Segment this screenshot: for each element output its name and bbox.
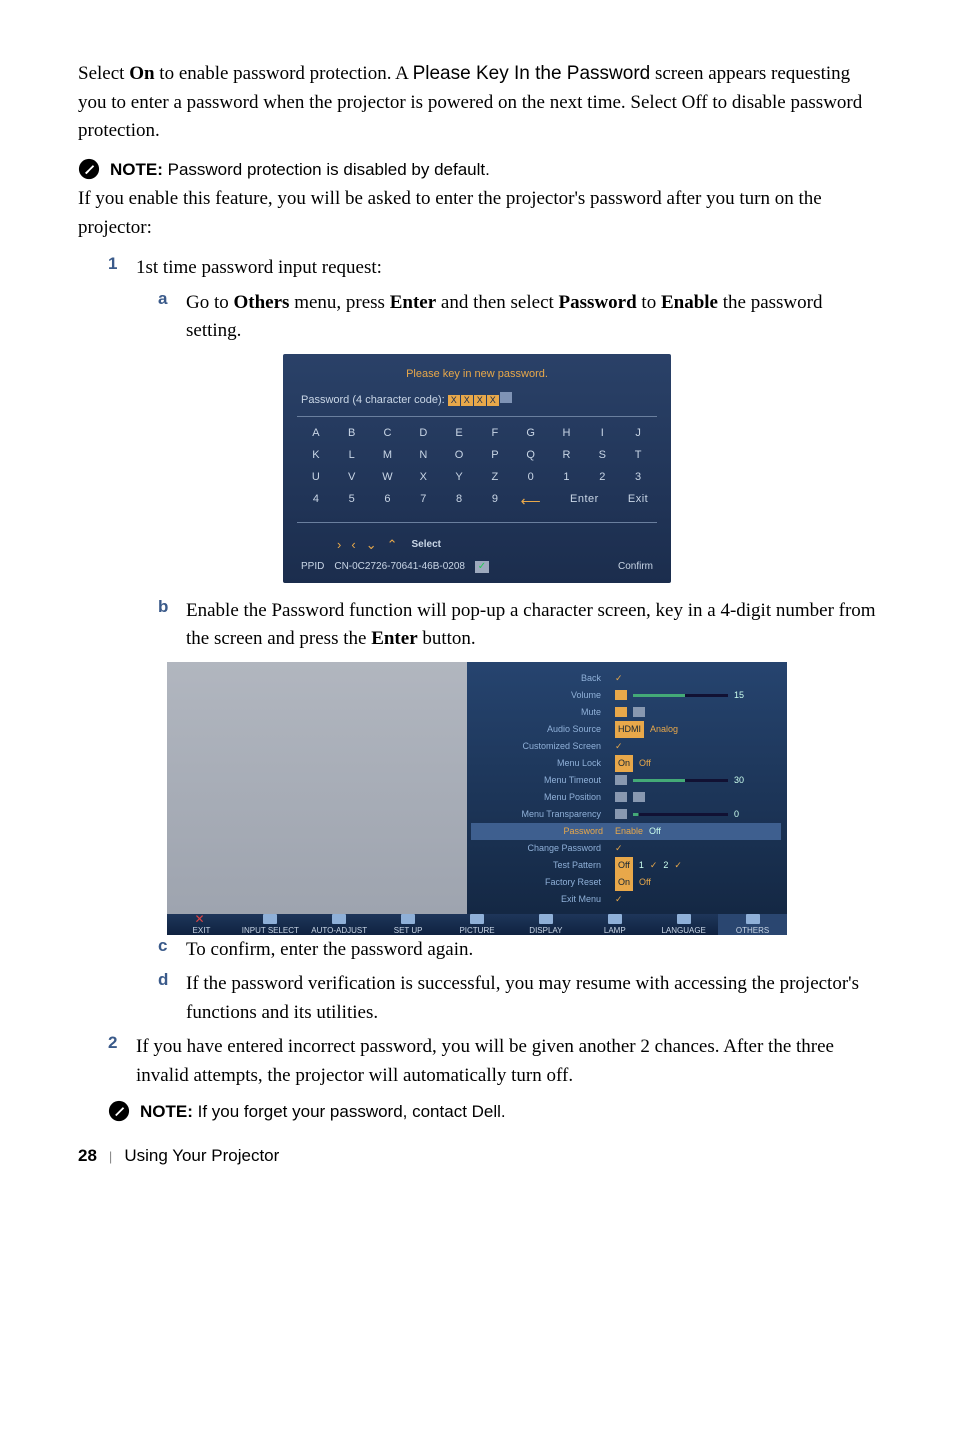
transparency-icon: [615, 809, 627, 819]
step-2: 2 If you have entered incorrect password…: [108, 1033, 876, 1090]
intro-paragraph: Select On to enable password protection.…: [78, 60, 876, 146]
mute-on-icon: [615, 707, 627, 717]
note-pencil-icon: [108, 1100, 130, 1122]
osd1-char-grid: ABCDEFGHIJ KLMNOPQRST UVWXYZ0123 456789⟵…: [297, 427, 657, 510]
note-1: NOTE: Password protection is disabled by…: [78, 158, 876, 182]
osd1-ppid-value: CN-0C2726-70641-46B-0208: [334, 561, 465, 572]
check-icon: ✓: [475, 561, 489, 573]
position2-icon: [633, 792, 645, 802]
others-icon: [746, 914, 760, 924]
display-icon: [539, 914, 553, 924]
note-pencil-icon: [78, 158, 100, 180]
osd1-nav-arrows: ›‹⌄⌃: [337, 537, 398, 553]
step-1b: b Enable the Password function will pop-…: [158, 597, 876, 654]
page-number: 28: [78, 1146, 97, 1166]
section-title: Using Your Projector: [124, 1146, 279, 1166]
step-1: 1 1st time password input request:: [108, 254, 876, 283]
picture-icon: [470, 914, 484, 924]
page-footer: 28 | Using Your Projector: [78, 1146, 876, 1166]
note-2: NOTE: If you forget your password, conta…: [108, 1100, 876, 1124]
set-up-icon: [401, 914, 415, 924]
step-1d: d If the password verification is succes…: [158, 970, 876, 1027]
osd1-confirm: Confirm: [618, 561, 653, 572]
osd2-tab-bar: ✕EXIT INPUT SELECT AUTO-ADJUST SET UP PI…: [167, 914, 787, 935]
osd1-title: Please key in new password.: [297, 368, 657, 380]
timeout-icon: [615, 775, 627, 785]
input-select-icon: [263, 914, 277, 924]
volume-icon: [615, 690, 627, 700]
osd-password-entry: Please key in new password. Password (4 …: [283, 354, 671, 583]
osd1-ppid-label: PPID: [301, 561, 324, 572]
step-1a: a Go to Others menu, press Enter and the…: [158, 289, 876, 346]
osd-others-menu: Back Volume Mute Audio Source Customized…: [167, 662, 787, 922]
exit-icon: ✕: [194, 914, 208, 924]
step-1c: c To confirm, enter the password again.: [158, 936, 876, 965]
osd1-prompt: Password (4 character code): XXXX: [301, 392, 653, 406]
language-icon: [677, 914, 691, 924]
lamp-icon: [608, 914, 622, 924]
auto-adjust-icon: [332, 914, 346, 924]
enable-paragraph: If you enable this feature, you will be …: [78, 185, 876, 242]
mute-off-icon: [633, 707, 645, 717]
position-icon: [615, 792, 627, 802]
